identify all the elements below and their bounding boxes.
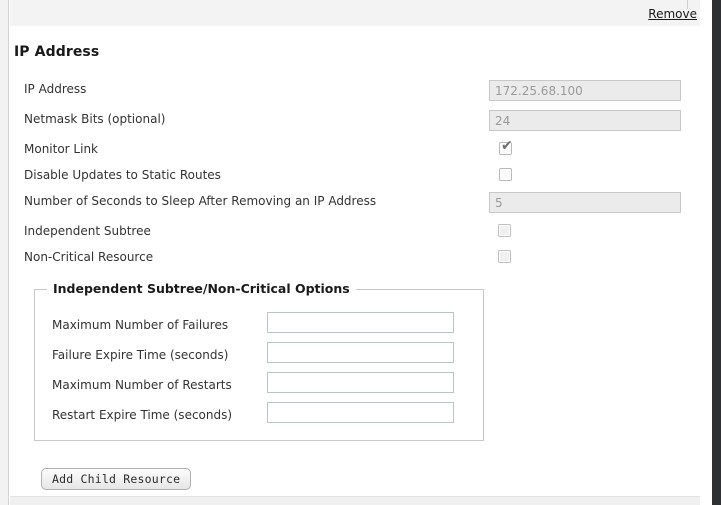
add-child-resource-button[interactable]: Add Child Resource: [41, 468, 192, 490]
sleep-seconds-label: Number of Seconds to Sleep After Removin…: [24, 194, 377, 208]
form-row-sleep-seconds: Number of Seconds to Sleep After Removin…: [10, 192, 700, 218]
form-row-monitor-link: Monitor Link ✔: [10, 138, 700, 162]
form-row-non-critical-resource: Non-Critical Resource: [10, 248, 700, 270]
ip-address-input[interactable]: [489, 80, 681, 101]
resource-header-bar: [10, 0, 700, 27]
independent-subtree-options-fieldset: Independent Subtree/Non-Critical Options…: [34, 281, 485, 441]
form-row-disable-updates: Disable Updates to Static Routes: [10, 166, 700, 188]
checkmark-icon: ✔: [501, 138, 513, 154]
form-row-netmask-bits: Netmask Bits (optional): [10, 110, 700, 136]
netmask-bits-label: Netmask Bits (optional): [24, 112, 166, 126]
form-row-ip-address: IP Address: [10, 80, 700, 106]
restart-expire-label: Restart Expire Time (seconds): [52, 408, 233, 422]
form-row-independent-subtree: Independent Subtree: [10, 222, 700, 244]
disable-updates-label: Disable Updates to Static Routes: [24, 168, 221, 182]
fieldset-rows: Maximum Number of Failures Failure Expir…: [35, 312, 485, 432]
sleep-seconds-input[interactable]: [489, 192, 681, 213]
fieldset-row-restart-expire: Restart Expire Time (seconds): [35, 402, 485, 432]
fieldset-row-max-failures: Maximum Number of Failures: [35, 312, 485, 342]
netmask-bits-input[interactable]: [489, 110, 681, 131]
left-gutter: [0, 0, 9, 505]
max-failures-label: Maximum Number of Failures: [52, 318, 229, 332]
max-restarts-label: Maximum Number of Restarts: [52, 378, 232, 392]
ip-address-label: IP Address: [24, 82, 87, 96]
resource-form: IP Address Netmask Bits (optional) Monit…: [10, 80, 700, 274]
failure-expire-label: Failure Expire Time (seconds): [52, 348, 229, 362]
resource-config-panel: Remove IP Address IP Address Netmask Bit…: [10, 0, 710, 505]
max-failures-input[interactable]: [267, 312, 454, 333]
restart-expire-input[interactable]: [267, 402, 454, 423]
independent-subtree-label: Independent Subtree: [24, 224, 151, 238]
remove-resource-link[interactable]: Remove: [648, 7, 697, 21]
non-critical-resource-label: Non-Critical Resource: [24, 250, 154, 264]
monitor-link-label: Monitor Link: [24, 142, 99, 156]
fieldset-row-failure-expire: Failure Expire Time (seconds): [35, 342, 485, 372]
panel-footer-bar: [10, 496, 700, 505]
non-critical-resource-checkbox[interactable]: [498, 250, 511, 263]
page-root: Remove IP Address IP Address Netmask Bit…: [0, 0, 721, 505]
max-restarts-input[interactable]: [267, 372, 454, 393]
fieldset-row-max-restarts: Maximum Number of Restarts: [35, 372, 485, 402]
disable-updates-checkbox[interactable]: [499, 168, 512, 181]
page-title: IP Address: [14, 44, 100, 60]
independent-subtree-checkbox[interactable]: [498, 224, 511, 237]
window-right-edge: [712, 0, 721, 505]
failure-expire-input[interactable]: [267, 342, 454, 363]
fieldset-legend: Independent Subtree/Non-Critical Options: [47, 281, 356, 296]
monitor-link-checkbox[interactable]: ✔: [499, 138, 513, 155]
